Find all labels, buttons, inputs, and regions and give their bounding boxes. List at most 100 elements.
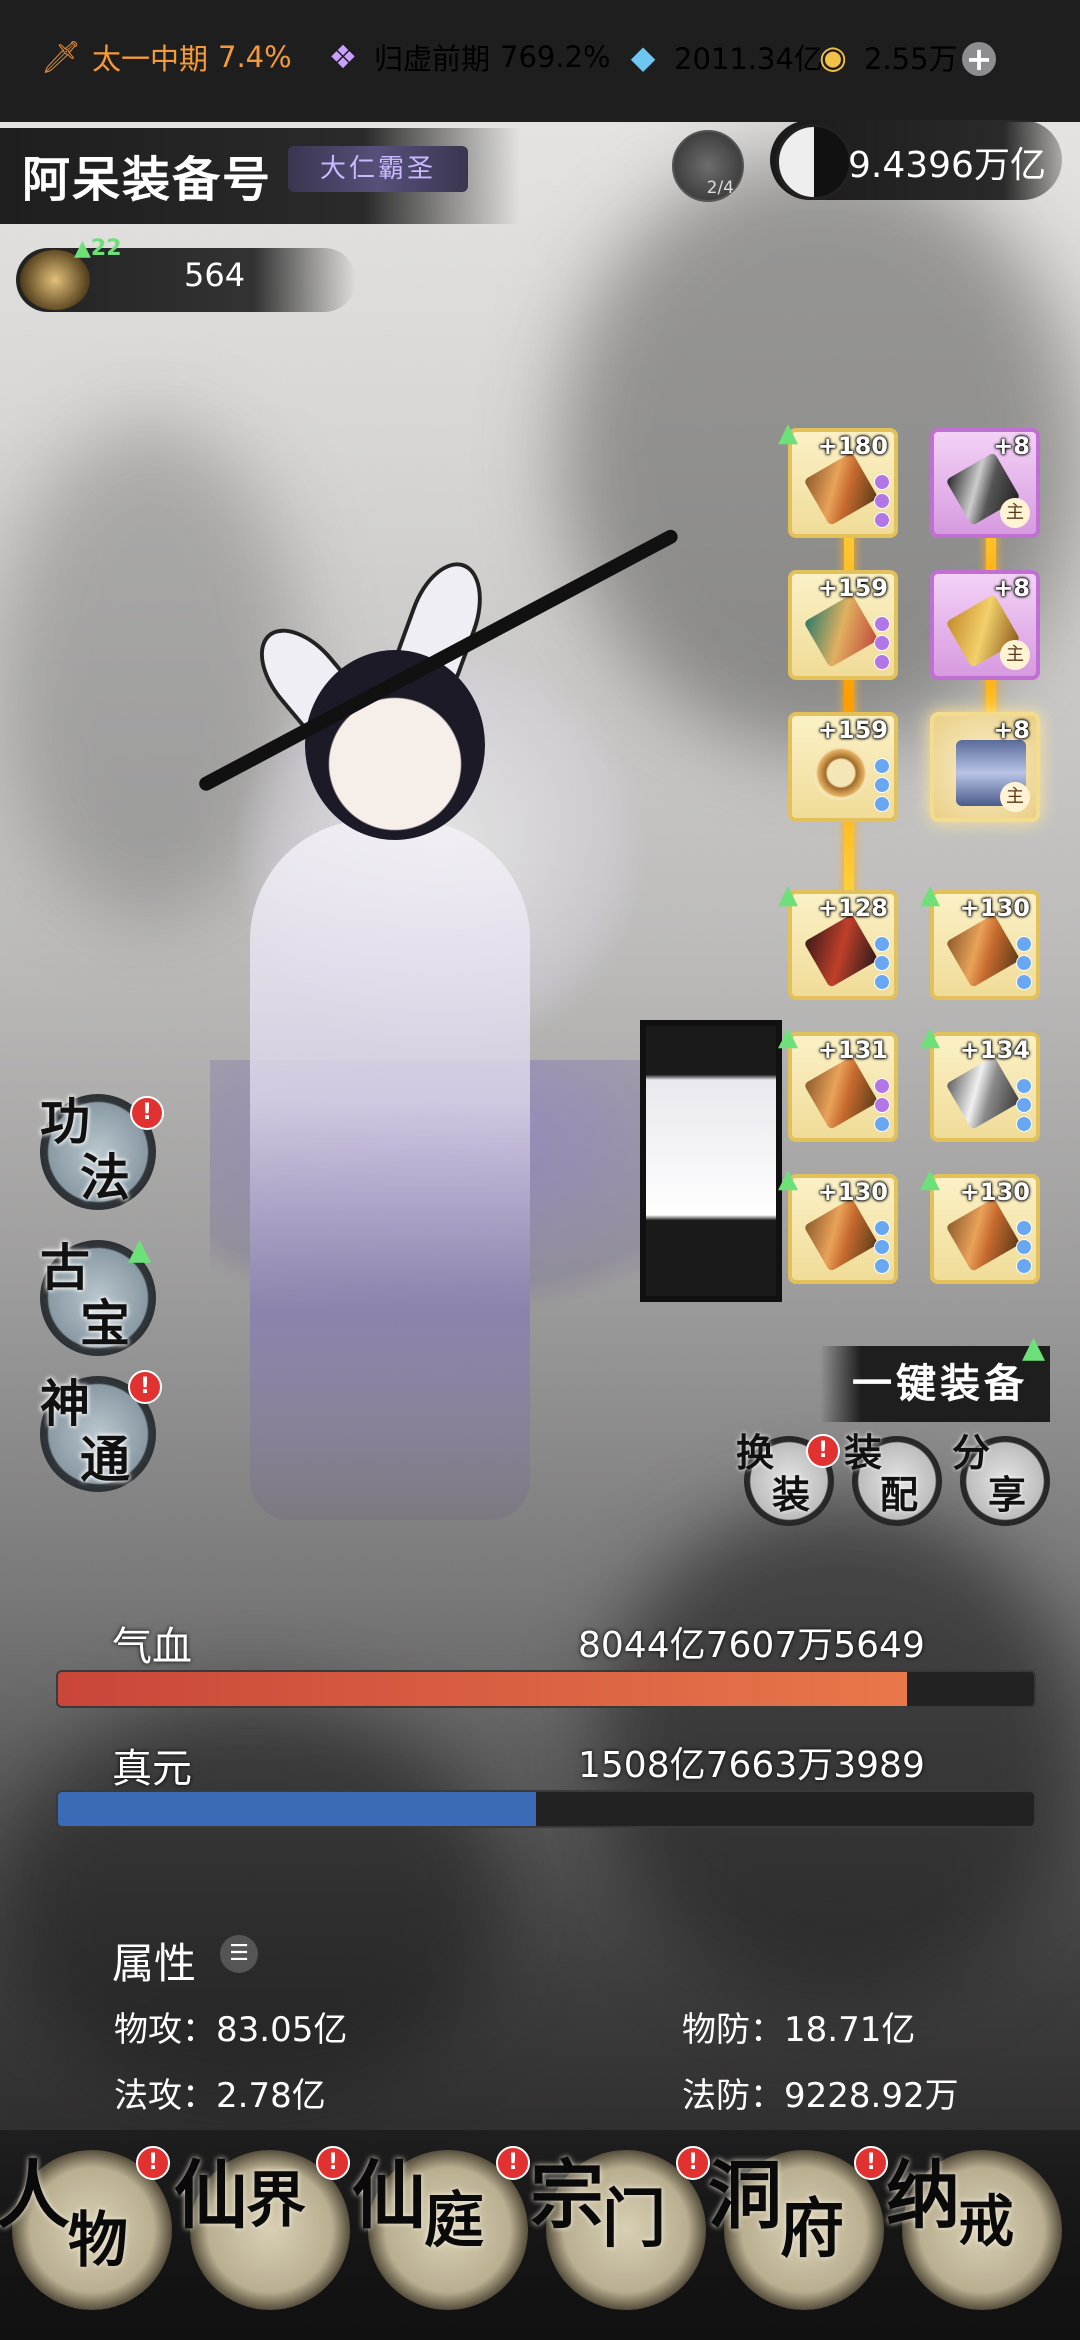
realm-name: 太一中期 (92, 42, 209, 76)
upgrade-arrow-icon: ▲ (920, 1022, 940, 1052)
spirit-icon: ❖ (328, 38, 358, 76)
list-icon[interactable]: ☰ (220, 1935, 258, 1973)
hp-label: 气血 (112, 1624, 192, 1670)
alert-badge: ! (136, 2146, 170, 2180)
gem-slots (874, 758, 890, 812)
equip-slot[interactable]: +8 主 (930, 428, 1040, 538)
mp-label: 真元 (112, 1746, 192, 1792)
gem-slots (874, 616, 890, 670)
character-title[interactable]: 大仁霸圣 (288, 146, 468, 192)
mp-bar (56, 1790, 1036, 1828)
alert-badge: ! (316, 2146, 350, 2180)
sword-icon (803, 1056, 879, 1130)
equip-level: +128 (817, 894, 888, 922)
level-value: 564 (184, 256, 246, 294)
gear-config-button[interactable]: 装配 (844, 1432, 942, 1526)
gem-slots (874, 936, 890, 990)
weapon-icon (803, 452, 879, 526)
equip-level: +8 (993, 574, 1030, 602)
secondary-realm-name: 归虚前期 (374, 42, 491, 76)
character-figure (250, 820, 530, 1520)
upgrade-arrow-icon: ▲ (778, 880, 798, 910)
equip-slot[interactable]: +8 主 (930, 570, 1040, 680)
crystal-icon: ◆ (630, 38, 656, 76)
plus-icon[interactable]: + (962, 42, 996, 76)
sword-icon (803, 1198, 879, 1272)
secondary-realm-pct: 769.2% (500, 40, 611, 74)
attributes-title: 属性 (112, 1939, 197, 1988)
spirit-stone-resource[interactable]: ◆ 2011.34亿 (622, 36, 823, 78)
equip-level: +130 (817, 1178, 888, 1206)
equip-level: +159 (817, 574, 888, 602)
equip-slot[interactable]: +131 ▲ (778, 1022, 898, 1142)
equip-level: +131 (817, 1036, 888, 1064)
upgrade-arrow-icon: ▲ (920, 880, 940, 910)
nav-storage-ring[interactable]: 纳戒 (886, 2150, 1062, 2310)
level-up-indicator: ▲22 (74, 236, 122, 261)
share-button[interactable]: 分享 (952, 1432, 1050, 1526)
gold-resource[interactable]: ◉ 2.55万 (812, 36, 958, 78)
hp-value: 8044亿7607万5649 (578, 1625, 925, 1666)
hp-bar (56, 1670, 1036, 1708)
phys-atk: 物攻：83.05亿 (114, 2010, 348, 2050)
gem-slots (1016, 1220, 1032, 1274)
equip-level: +8 (993, 432, 1030, 460)
phys-def: 物防：18.71亿 (682, 2010, 916, 2050)
equip-slot[interactable]: +180 ▲ (778, 418, 898, 538)
sword-icon (945, 914, 1021, 988)
equip-slot[interactable]: +159 (788, 712, 898, 822)
progress-count: 2/4 (706, 178, 734, 198)
claw-icon (803, 914, 879, 988)
coin-icon: ◉ (819, 38, 847, 76)
equip-level: +159 (817, 716, 888, 744)
equip-level: +180 (817, 432, 888, 460)
realm-pct: 7.4% (218, 40, 292, 74)
upgrade-arrow-icon: ▲ (778, 1022, 798, 1052)
progress-icon[interactable]: 2/4 (672, 130, 744, 202)
main-badge: 主 (1000, 782, 1030, 812)
mp-bar-fill (58, 1792, 537, 1826)
mag-atk: 法攻：2.78亿 (114, 2076, 326, 2116)
gold-value: 2.55万 (864, 42, 958, 76)
equip-slot[interactable]: +8 主 (930, 712, 1040, 822)
equip-level: +130 (959, 894, 1030, 922)
gem-slots (874, 474, 890, 528)
main-badge: 主 (1000, 640, 1030, 670)
upgrade-arrow-icon: ▲ (1022, 1330, 1046, 1365)
armor-icon (803, 594, 879, 668)
gem-slots (1016, 936, 1032, 990)
upgrade-arrow-icon: ▲ (128, 1232, 152, 1267)
upgrade-arrow-icon: ▲ (920, 1164, 940, 1194)
equip-level: +130 (959, 1178, 1030, 1206)
gear-config-label: 装配 (844, 1430, 919, 1517)
level-up-count: 22 (90, 236, 122, 261)
equip-slot[interactable]: +130 ▲ (920, 1164, 1040, 1284)
equip-slot[interactable]: +130 ▲ (920, 880, 1040, 1000)
nav-storage-ring-label: 纳戒 (886, 2153, 1014, 2255)
equip-slot[interactable]: +130 ▲ (778, 1164, 898, 1284)
combat-power-value: 9.4396万亿 (848, 145, 1046, 186)
equip-slot[interactable]: +134 ▲ (920, 1022, 1040, 1142)
equip-level: +134 (959, 1036, 1030, 1064)
spirit-stone-value: 2011.34亿 (674, 42, 823, 76)
one-key-equip-button[interactable]: 一键装备 (820, 1346, 1050, 1422)
character-name: 阿呆装备号 (22, 152, 273, 208)
equip-slot[interactable]: +159 (788, 570, 898, 680)
gem-slots (874, 1220, 890, 1274)
chain-link (844, 500, 854, 900)
mp-value: 1508亿7663万3989 (578, 1745, 925, 1786)
gem-slots (874, 1078, 890, 1132)
share-label: 分享 (952, 1430, 1027, 1517)
hp-bar-fill (58, 1672, 908, 1706)
alert-badge: ! (676, 2146, 710, 2180)
main-badge: 主 (1000, 498, 1030, 528)
realm-resource[interactable]: 🗡 太一中期 7.4% (40, 36, 292, 78)
alert-badge: ! (130, 1096, 164, 1130)
lantern (640, 1020, 782, 1302)
equip-slot[interactable]: +128 ▲ (778, 880, 898, 1000)
secondary-realm-resource[interactable]: ❖ 归虚前期 769.2% (322, 36, 611, 78)
equip-level: +8 (993, 716, 1030, 744)
alert-badge: ! (496, 2146, 530, 2180)
bracelet-icon (803, 736, 879, 810)
alert-badge: ! (128, 1370, 162, 1404)
